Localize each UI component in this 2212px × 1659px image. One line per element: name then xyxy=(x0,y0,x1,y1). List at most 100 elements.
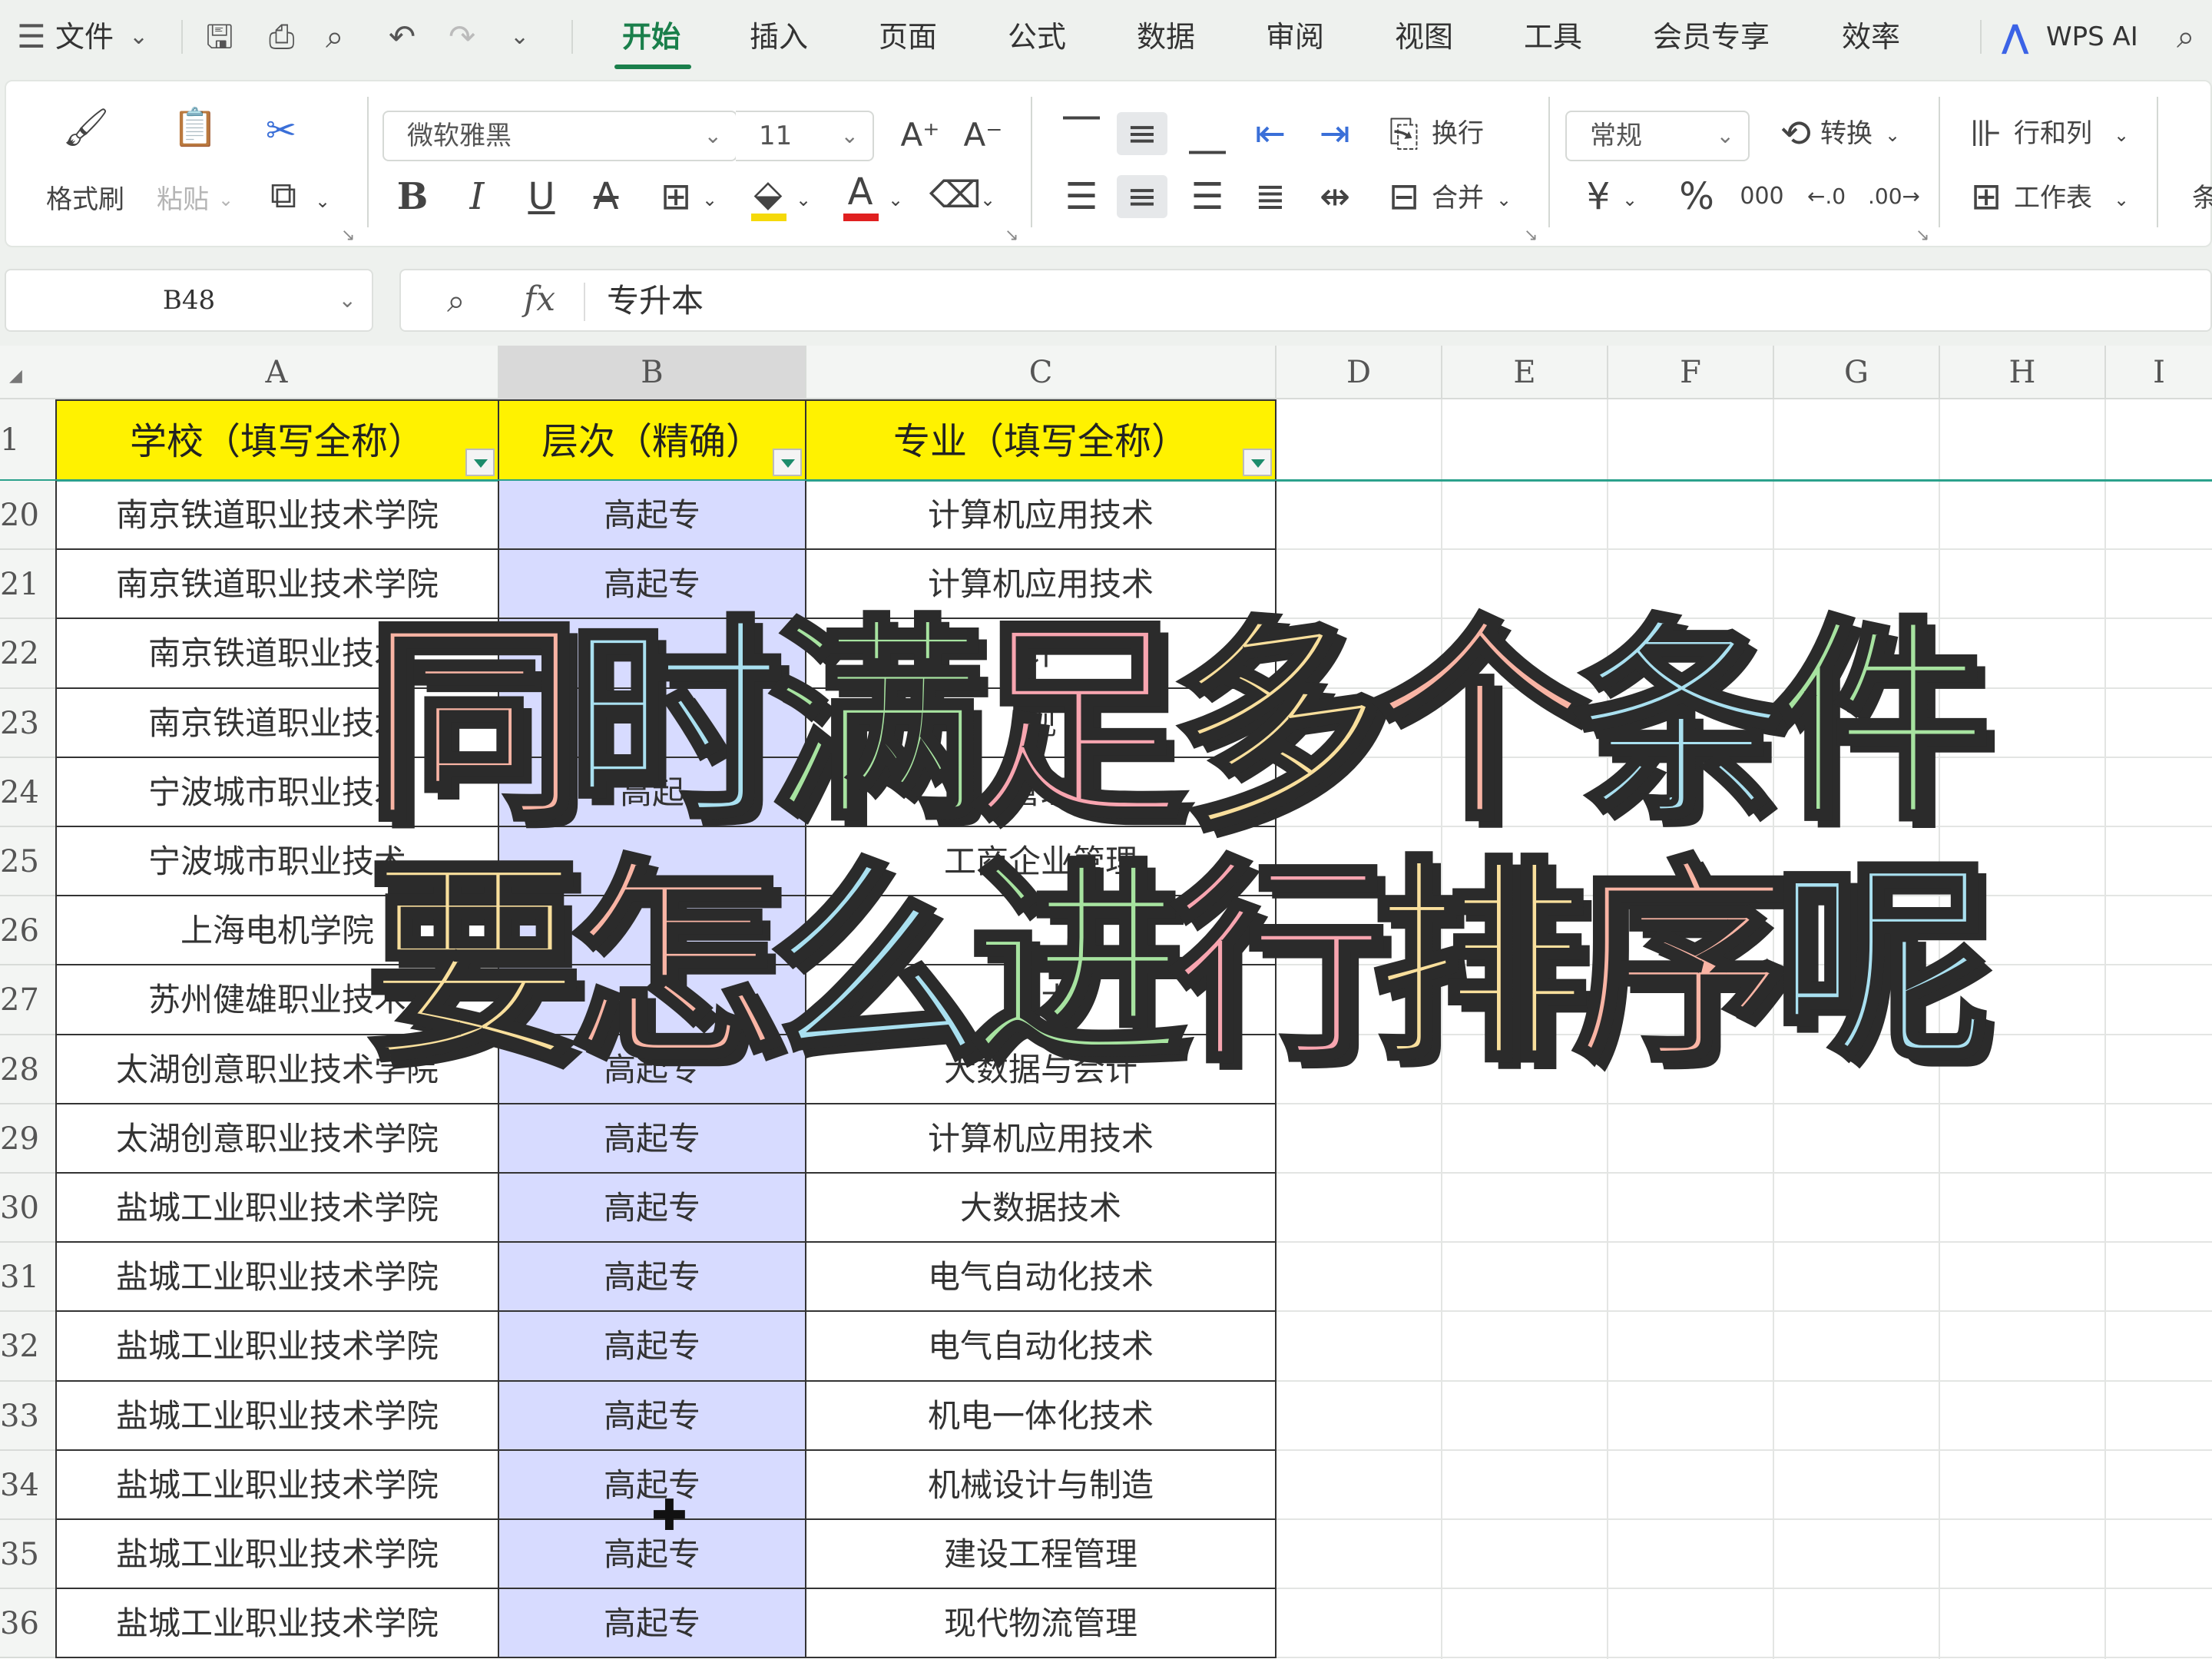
cell-level[interactable]: 高起专 xyxy=(499,550,806,620)
print-preview-icon[interactable]: ⌕ xyxy=(326,17,344,57)
cell-school[interactable]: 盐城工业职业技术学院 xyxy=(55,1312,499,1382)
chevron-down-icon[interactable]: ⌄ xyxy=(2114,183,2129,217)
paste-icon[interactable]: 📋 xyxy=(164,106,226,149)
row-header[interactable]: 32 xyxy=(0,1312,55,1382)
align-top-icon[interactable]: ⎺ xyxy=(1058,112,1104,155)
tab-review[interactable]: 审阅 xyxy=(1266,14,1324,60)
save-icon[interactable]: 🖫 xyxy=(206,17,233,57)
tab-page[interactable]: 页面 xyxy=(879,14,937,60)
cell-major[interactable]: 现 xyxy=(806,688,1277,758)
wrap-text-icon[interactable]: ⎘ xyxy=(1381,112,1427,155)
underline-button[interactable]: U xyxy=(522,175,561,218)
cut-icon[interactable]: ✂ xyxy=(250,109,312,152)
increase-font-icon[interactable]: A⁺ xyxy=(897,114,943,157)
chevron-down-icon[interactable]: ⌄ xyxy=(2114,118,2129,152)
cell-school[interactable]: 太湖创意职业技术学院 xyxy=(55,1104,499,1174)
row-header[interactable]: 27 xyxy=(0,965,55,1035)
column-header-e[interactable]: E xyxy=(1442,346,1608,399)
cell-school[interactable]: 盐城工业职业技术学院 xyxy=(55,1520,499,1590)
chevron-down-icon[interactable]: ⌄ xyxy=(129,17,148,57)
search-icon[interactable]: ⌕ xyxy=(2177,17,2195,57)
rows-columns-icon[interactable]: ⊪ xyxy=(1963,112,2009,155)
filter-dropdown-icon[interactable] xyxy=(1243,449,1272,476)
cell-level[interactable]: 高起 xyxy=(499,757,806,827)
border-icon[interactable]: ⊞ xyxy=(653,175,699,218)
cell-school[interactable]: 上海电机学院 xyxy=(55,896,499,966)
row-header[interactable]: 26 xyxy=(0,896,55,966)
column-header-b[interactable]: B xyxy=(499,346,806,399)
column-header-h[interactable]: H xyxy=(1940,346,2106,399)
chevron-down-icon[interactable]: ⌄ xyxy=(218,183,233,217)
row-header[interactable]: 1 xyxy=(0,399,55,481)
format-painter-label[interactable]: 格式刷 xyxy=(46,183,124,217)
cell-level[interactable]: 高起专 xyxy=(499,1381,806,1451)
cell-level[interactable]: 高起专 xyxy=(499,1104,806,1174)
bold-button[interactable]: B xyxy=(393,175,432,218)
row-header[interactable]: 35 xyxy=(0,1520,55,1590)
select-all-icon[interactable]: ◢ xyxy=(0,346,55,399)
wps-ai-button[interactable]: WPS AI xyxy=(2046,14,2138,60)
align-right-icon[interactable]: ☰ xyxy=(1184,175,1230,218)
cell-level[interactable] xyxy=(499,619,806,689)
print-icon[interactable]: ⎙ xyxy=(269,17,295,57)
filter-dropdown-icon[interactable] xyxy=(465,449,495,476)
paste-label[interactable]: 粘贴 xyxy=(157,183,209,217)
cell-major[interactable]: 管理 xyxy=(806,757,1277,827)
row-header[interactable]: 21 xyxy=(0,550,55,620)
cell-school[interactable]: 南京铁道职业技术 xyxy=(55,619,499,689)
cell-major[interactable]: 电气自动化技术 xyxy=(806,1243,1277,1313)
wrap-text-button[interactable]: 换行 xyxy=(1432,117,1484,151)
cell-level[interactable]: 高起专 xyxy=(499,1174,806,1243)
header-cell-major[interactable]: 专业（填写全称） xyxy=(806,399,1277,481)
row-header[interactable]: 25 xyxy=(0,827,55,897)
strikethrough-icon[interactable]: A xyxy=(587,175,625,218)
cell-major[interactable]: 工商企业管理 xyxy=(806,827,1277,897)
tab-insert[interactable]: 插入 xyxy=(750,14,808,60)
copy-icon[interactable]: ⧉ xyxy=(257,174,310,217)
cell-level[interactable]: 高起专 xyxy=(499,1589,806,1659)
chevron-down-icon[interactable]: ⌄ xyxy=(702,183,717,217)
format-painter-icon[interactable]: 🖌 xyxy=(55,106,117,149)
zoom-formula-icon[interactable]: ⌕ xyxy=(447,278,465,324)
dialog-launcher-icon[interactable]: ↘ xyxy=(1916,226,1929,245)
cell-major[interactable]: 电气自动化技术 xyxy=(806,1312,1277,1382)
cell-major[interactable]: 建设工程管理 xyxy=(806,1520,1277,1590)
cell-major[interactable]: 计算机应用技术 xyxy=(806,550,1277,620)
header-cell-level[interactable]: 层次（精确） xyxy=(499,399,806,481)
header-cell-school[interactable]: 学校（填写全称） xyxy=(55,399,499,481)
cell-level[interactable]: 高起专 xyxy=(499,1312,806,1382)
row-header[interactable]: 20 xyxy=(0,481,55,551)
chevron-down-icon[interactable]: ⌄ xyxy=(315,184,330,218)
chevron-down-icon[interactable]: ⌄ xyxy=(510,17,529,57)
row-header[interactable]: 36 xyxy=(0,1589,55,1659)
chevron-down-icon[interactable]: ⌄ xyxy=(1885,118,1900,152)
increase-decimal-icon[interactable]: ←.0 xyxy=(1803,175,1849,218)
tab-efficiency[interactable]: 效率 xyxy=(1842,14,1900,60)
cell-school[interactable]: 盐城工业职业技术学院 xyxy=(55,1589,499,1659)
formula-value[interactable]: 专升本 xyxy=(607,278,704,324)
rows-columns-button[interactable]: 行和列 xyxy=(2014,117,2092,151)
font-name-select[interactable]: 微软雅黑 ⌄ xyxy=(382,111,737,161)
column-header-c[interactable]: C xyxy=(806,346,1277,399)
cell-major[interactable]: 大数据与会计 xyxy=(806,1035,1277,1104)
chevron-down-icon[interactable]: ⌄ xyxy=(1622,183,1637,217)
undo-icon[interactable]: ↶ xyxy=(389,17,416,57)
chevron-down-icon[interactable]: ⌄ xyxy=(1496,183,1512,217)
cell-level[interactable] xyxy=(499,965,806,1035)
cell-major[interactable]: 机械设计与制造 xyxy=(806,1450,1277,1520)
dialog-launcher-icon[interactable]: ↘ xyxy=(1524,226,1538,245)
align-bottom-icon[interactable]: ⎽ xyxy=(1184,112,1230,155)
cell-major[interactable]: 机电一体化技术 xyxy=(806,1381,1277,1451)
insert-function-icon[interactable]: fx xyxy=(524,276,555,323)
row-header[interactable]: 31 xyxy=(0,1243,55,1313)
tab-home[interactable]: 开始 xyxy=(622,14,680,60)
tab-view[interactable]: 视图 xyxy=(1395,14,1453,60)
decrease-decimal-icon[interactable]: .00→ xyxy=(1868,175,1920,218)
cell-major[interactable]: 计算机应用技术 xyxy=(806,481,1277,551)
column-header-a[interactable]: A xyxy=(55,346,499,399)
filter-dropdown-icon[interactable] xyxy=(773,449,802,476)
thousands-separator-icon[interactable]: 000 xyxy=(1739,175,1785,218)
dialog-launcher-icon[interactable]: ↘ xyxy=(341,226,355,245)
cell-major[interactable]: 技术 xyxy=(806,965,1277,1035)
redo-icon[interactable]: ↷ xyxy=(449,17,475,57)
